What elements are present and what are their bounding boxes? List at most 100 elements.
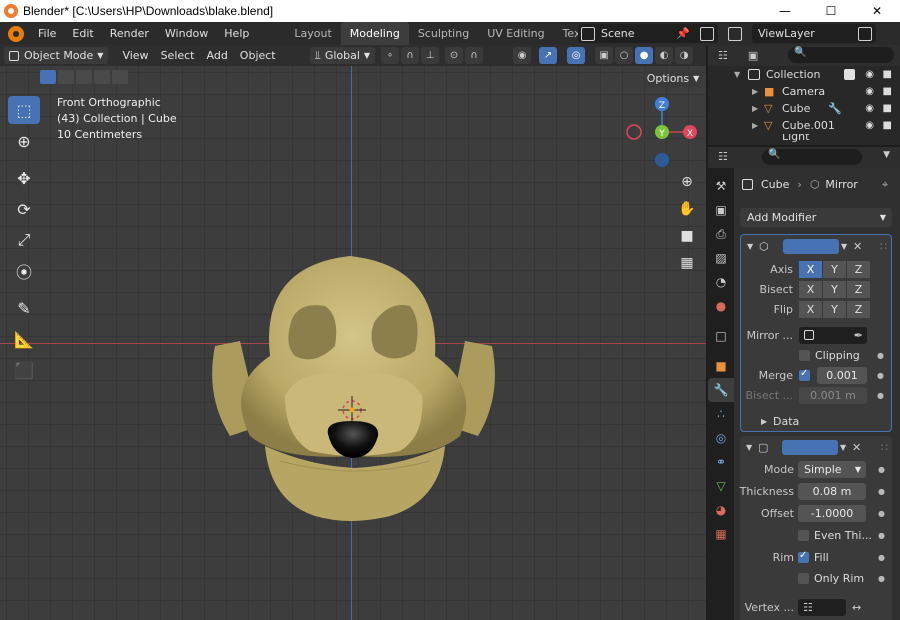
- select-subtract-icon[interactable]: [76, 70, 92, 84]
- gizmo-neg-z-axis[interactable]: [655, 153, 669, 167]
- outliner-row-cube-001[interactable]: ▶ ▽ Cube.001 ◉ ■: [708, 117, 900, 134]
- particles-tab-icon[interactable]: ∴: [708, 402, 734, 426]
- vertex-group-field[interactable]: ☷: [798, 598, 846, 616]
- camera-render-icon[interactable]: ■: [883, 69, 892, 80]
- mesh-model[interactable]: [200, 246, 510, 546]
- flip-z-toggle[interactable]: Z: [847, 300, 870, 318]
- pin-icon[interactable]: ⌖: [882, 178, 888, 192]
- offset-field[interactable]: -1.0000: [798, 504, 866, 522]
- expand-icon[interactable]: ▶: [752, 104, 758, 113]
- keyframe-dot-icon[interactable]: ●: [878, 487, 885, 496]
- menu-render[interactable]: Render: [102, 27, 157, 40]
- rotate-tool-icon[interactable]: ⟳: [8, 195, 40, 223]
- axis-z-toggle[interactable]: Z: [847, 260, 870, 278]
- add-modifier-dropdown[interactable]: Add Modifier ▼: [740, 208, 892, 227]
- outliner-search-input[interactable]: 🔍: [788, 47, 894, 63]
- fill-rim-checkbox[interactable]: [798, 550, 809, 563]
- invert-arrows-icon[interactable]: ↔: [852, 601, 861, 614]
- transform-tool-icon[interactable]: ⦿: [8, 257, 40, 285]
- zoom-icon[interactable]: ⊕: [674, 170, 700, 194]
- solid-shading-icon[interactable]: ●: [635, 47, 654, 64]
- bisect-distance-field[interactable]: 0.001 m: [799, 386, 867, 404]
- mode-dropdown[interactable]: Object Mode ▼: [4, 47, 109, 64]
- bisect-x-toggle[interactable]: X: [799, 280, 822, 298]
- bisect-z-toggle[interactable]: Z: [847, 280, 870, 298]
- select-intersect-icon[interactable]: [112, 70, 128, 84]
- tab-layout[interactable]: Layout: [285, 22, 340, 45]
- move-tool-icon[interactable]: ✥: [8, 164, 40, 192]
- expand-icon[interactable]: ▶: [752, 121, 758, 130]
- 3d-viewport[interactable]: Options ▼ Front Orthographic (43) Collec…: [0, 66, 706, 620]
- data-subpanel-header[interactable]: ▶ Data: [741, 411, 891, 431]
- world-tab-icon[interactable]: ●: [708, 294, 734, 318]
- collapse-icon[interactable]: ▼: [746, 443, 752, 452]
- annotate-tool-icon[interactable]: ✎: [8, 294, 40, 322]
- collapse-icon[interactable]: ▼: [734, 70, 740, 79]
- select-new-icon[interactable]: [40, 70, 56, 84]
- flip-x-toggle[interactable]: X: [799, 300, 822, 318]
- modifier-display-toggles[interactable]: [782, 439, 838, 455]
- modifier-tab-icon[interactable]: 🔧: [708, 378, 734, 402]
- axis-x-toggle[interactable]: X: [799, 260, 822, 278]
- outliner-row-cube[interactable]: ▶ ▽ Cube 🔧 ◉ ■: [708, 100, 900, 117]
- menu-edit[interactable]: Edit: [64, 27, 101, 40]
- output-tab-icon[interactable]: ⎙: [708, 222, 734, 246]
- object-tab-icon[interactable]: ■: [708, 354, 734, 378]
- material-shading-icon[interactable]: ◐: [655, 47, 674, 64]
- snap-target-icon[interactable]: ⊥: [421, 47, 440, 64]
- tab-uv-editing[interactable]: UV Editing: [478, 22, 553, 45]
- keyframe-dot-icon[interactable]: ●: [877, 371, 884, 380]
- collapse-icon[interactable]: ▼: [747, 242, 753, 251]
- gizmo-neg-x-axis[interactable]: [626, 124, 642, 140]
- measure-tool-icon[interactable]: 📐: [8, 325, 40, 353]
- options-dropdown[interactable]: Options ▼: [644, 70, 702, 87]
- xray-icon[interactable]: ▣: [595, 47, 614, 64]
- gizmo-toggle-icon[interactable]: ↗: [539, 47, 558, 64]
- properties-search-input[interactable]: 🔍: [762, 149, 862, 165]
- eyedropper-icon[interactable]: ✒: [854, 329, 863, 342]
- new-scene-icon[interactable]: [700, 26, 714, 41]
- falloff-icon[interactable]: ∩: [465, 47, 484, 64]
- only-rim-checkbox[interactable]: [798, 572, 809, 584]
- viewport-menu-object[interactable]: Object: [234, 49, 282, 62]
- tab-modeling[interactable]: Modeling: [340, 22, 409, 45]
- minimize-button[interactable]: —: [762, 0, 808, 22]
- camera-view-icon[interactable]: ■: [674, 224, 700, 248]
- add-cube-tool-icon[interactable]: ⬛: [8, 356, 40, 384]
- merge-distance-field[interactable]: 0.001: [817, 366, 867, 384]
- pivot-icon[interactable]: ∘: [381, 47, 400, 64]
- render-tab-icon[interactable]: ▣: [708, 198, 734, 222]
- editor-type-icon[interactable]: ☷: [718, 49, 728, 62]
- merge-checkbox[interactable]: [799, 368, 810, 381]
- keyframe-dot-icon[interactable]: ●: [877, 351, 884, 360]
- thickness-field[interactable]: 0.08 m: [798, 482, 866, 500]
- chevron-down-icon[interactable]: ▼: [840, 443, 846, 452]
- viewport-menu-view[interactable]: View: [116, 49, 154, 62]
- overlay-toggle-icon[interactable]: ◎: [567, 47, 586, 64]
- eye-icon[interactable]: ◉: [865, 103, 874, 114]
- camera-render-icon[interactable]: ■: [883, 103, 892, 114]
- tab-sculpting[interactable]: Sculpting: [409, 22, 478, 45]
- view-layer-selector[interactable]: ViewLayer: [752, 24, 876, 43]
- drag-handle-icon[interactable]: ∷: [881, 441, 888, 454]
- cursor-tool-icon[interactable]: ⊕: [8, 127, 40, 155]
- keyframe-dot-icon[interactable]: ●: [877, 391, 884, 400]
- ortho-grid-icon[interactable]: ▦: [674, 251, 700, 275]
- wireframe-shading-icon[interactable]: ○: [615, 47, 634, 64]
- visibility-icon[interactable]: ◉: [513, 47, 532, 64]
- constraints-tab-icon[interactable]: ⚭: [708, 450, 734, 474]
- blender-menu-icon[interactable]: [8, 25, 24, 42]
- chevron-down-icon[interactable]: ▼: [883, 150, 890, 160]
- solidify-mode-dropdown[interactable]: Simple ▼: [798, 460, 866, 478]
- keyframe-dot-icon[interactable]: ●: [878, 574, 885, 583]
- close-window-button[interactable]: ✕: [854, 0, 900, 22]
- physics-tab-icon[interactable]: ◎: [708, 426, 734, 450]
- view-layer-tab-icon[interactable]: ▨: [708, 246, 734, 270]
- material-tab-icon[interactable]: ◕: [708, 498, 734, 522]
- remove-modifier-icon[interactable]: ✕: [853, 240, 862, 253]
- exclude-checkbox[interactable]: [844, 69, 855, 80]
- clipping-checkbox[interactable]: [799, 349, 810, 361]
- drag-handle-icon[interactable]: ∷: [880, 240, 887, 253]
- menu-file[interactable]: File: [30, 27, 64, 40]
- display-mode-icon[interactable]: ▣: [748, 49, 758, 62]
